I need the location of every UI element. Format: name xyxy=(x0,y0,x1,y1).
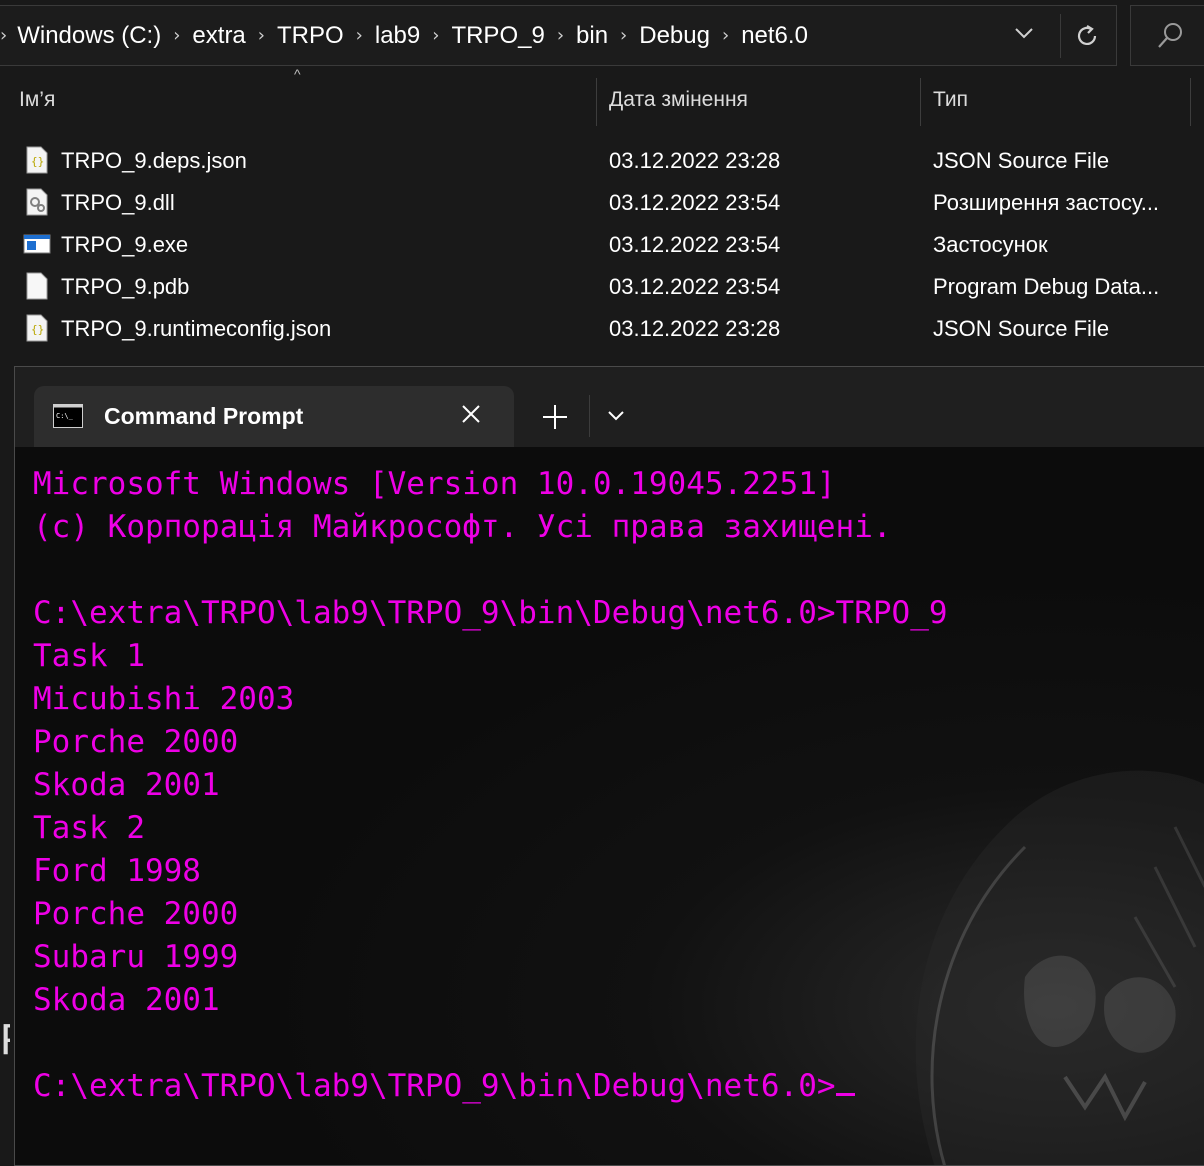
file-date: 03.12.2022 23:28 xyxy=(609,316,781,341)
search-box[interactable] xyxy=(1130,5,1204,66)
blank-file-icon xyxy=(26,272,48,300)
console-output-area[interactable]: Microsoft Windows [Version 10.0.19045.22… xyxy=(15,447,1204,1165)
file-date: 03.12.2022 23:28 xyxy=(609,148,781,173)
refresh-button[interactable] xyxy=(1060,14,1112,58)
chevron-right-icon[interactable]: › xyxy=(557,25,564,46)
chevron-right-icon: › xyxy=(0,25,8,46)
terminal-tab-bar: C:\_ Command Prompt xyxy=(15,367,1204,448)
chevron-right-icon[interactable]: › xyxy=(722,25,729,46)
column-divider[interactable] xyxy=(596,78,597,126)
exe-file-icon xyxy=(23,234,51,254)
file-name: TRPO_9.pdb xyxy=(61,274,190,299)
breadcrumb-item-trpo[interactable]: TRPO xyxy=(277,22,344,50)
column-header-name[interactable]: Ім’я xyxy=(19,88,55,112)
file-type: Program Debug Data... xyxy=(933,274,1160,299)
file-row[interactable]: TRPO_9.exe 03.12.2022 23:54 Застосунок xyxy=(0,224,1204,266)
refresh-icon xyxy=(1077,25,1096,45)
console-line: Ford 1998 xyxy=(33,853,201,889)
console-line: Skoda 2001 xyxy=(33,767,220,803)
tab-bar-divider xyxy=(589,395,590,437)
dll-file-icon xyxy=(26,188,48,216)
terminal-window: C:\_ Command Prompt Microsoft Windows [V… xyxy=(14,366,1204,1166)
file-name: TRPO_9.exe xyxy=(61,232,189,257)
svg-text:C:\_: C:\_ xyxy=(56,412,74,420)
console-line: Microsoft Windows [Version 10.0.19045.22… xyxy=(33,466,836,502)
command-prompt-icon: C:\_ xyxy=(53,404,83,428)
file-date: 03.12.2022 23:54 xyxy=(609,232,781,257)
breadcrumb-item-extra[interactable]: extra xyxy=(192,22,245,50)
column-header-type[interactable]: Тип xyxy=(933,88,968,112)
json-file-icon: {} xyxy=(26,314,48,342)
sort-ascending-icon: ^ xyxy=(294,66,301,82)
file-explorer-window: › Windows (C:) › extra › TRPO › lab9 › T… xyxy=(0,0,1204,366)
new-tab-plus-icon[interactable] xyxy=(541,403,569,431)
close-icon[interactable] xyxy=(460,403,482,425)
console-text: Microsoft Windows [Version 10.0.19045.22… xyxy=(33,463,948,1108)
chevron-right-icon[interactable]: › xyxy=(620,25,627,46)
console-line: Task 1 xyxy=(33,638,145,674)
console-line: (c) Корпорація Майкрософт. Усі права зах… xyxy=(33,509,892,545)
file-type: Застосунок xyxy=(933,232,1048,257)
chevron-right-icon[interactable]: › xyxy=(173,25,180,46)
console-prompt-line[interactable]: C:\extra\TRPO\lab9\TRPO_9\bin\Debug\net6… xyxy=(33,1065,948,1108)
chevron-down-icon xyxy=(1015,28,1033,39)
console-prompt: C:\extra\TRPO\lab9\TRPO_9\bin\Debug\net6… xyxy=(33,1068,836,1104)
breadcrumb-item-bin[interactable]: bin xyxy=(576,22,608,50)
chevron-right-icon[interactable]: › xyxy=(432,25,439,46)
file-row[interactable]: TRPO_9.dll 03.12.2022 23:54 Розширення з… xyxy=(0,182,1204,224)
file-row[interactable]: TRPO_9.pdb 03.12.2022 23:54 Program Debu… xyxy=(0,266,1204,308)
file-name: TRPO_9.dll xyxy=(61,190,175,215)
breadcrumb-item-trpo9[interactable]: TRPO_9 xyxy=(451,22,544,50)
file-row[interactable]: {} TRPO_9.runtimeconfig.json 03.12.2022 … xyxy=(0,308,1204,350)
file-type: Розширення застосу... xyxy=(933,190,1160,215)
file-date: 03.12.2022 23:54 xyxy=(609,274,781,299)
svg-text:{}: {} xyxy=(31,155,44,168)
console-line: C:\extra\TRPO\lab9\TRPO_9\bin\Debug\net6… xyxy=(33,595,948,631)
file-name: TRPO_9.deps.json xyxy=(61,148,247,173)
search-icon xyxy=(1158,22,1182,48)
chevron-down-icon[interactable] xyxy=(607,409,625,423)
column-divider[interactable] xyxy=(920,78,921,126)
column-header-row: ^ Ім’я Дата змінення Тип xyxy=(0,66,1204,126)
breadcrumb: › Windows (C:) › extra › TRPO › lab9 › T… xyxy=(0,6,808,65)
console-line: Task 2 xyxy=(33,810,145,846)
background-window-fragment: F xyxy=(0,1010,10,1070)
breadcrumb-item-drive[interactable]: Windows (C:) xyxy=(17,22,161,50)
tab-title: Command Prompt xyxy=(104,403,304,429)
column-header-date[interactable]: Дата змінення xyxy=(609,88,748,112)
console-line: Porche 2000 xyxy=(33,724,239,760)
column-divider[interactable] xyxy=(1190,78,1191,126)
address-history-button[interactable] xyxy=(1000,20,1048,52)
chevron-right-icon[interactable]: › xyxy=(258,25,265,46)
file-name: TRPO_9.runtimeconfig.json xyxy=(61,316,332,341)
file-date: 03.12.2022 23:54 xyxy=(609,190,781,215)
breadcrumb-item-debug[interactable]: Debug xyxy=(639,22,710,50)
console-line: Porche 2000 xyxy=(33,896,239,932)
svg-text:{}: {} xyxy=(31,323,44,336)
breadcrumb-item-net6[interactable]: net6.0 xyxy=(741,22,808,50)
tab-command-prompt[interactable]: C:\_ Command Prompt xyxy=(34,386,514,448)
file-type: JSON Source File xyxy=(933,316,1110,341)
address-bar[interactable]: › Windows (C:) › extra › TRPO › lab9 › T… xyxy=(0,5,1117,66)
file-type: JSON Source File xyxy=(933,148,1110,173)
json-file-icon: {} xyxy=(26,146,48,174)
file-row[interactable]: {} TRPO_9.deps.json 03.12.2022 23:28 JSO… xyxy=(0,140,1204,182)
console-line: Skoda 2001 xyxy=(33,982,220,1018)
text-cursor xyxy=(835,1066,855,1096)
breadcrumb-item-lab9[interactable]: lab9 xyxy=(375,22,420,50)
console-line: Micubishi 2003 xyxy=(33,681,295,717)
chevron-right-icon[interactable]: › xyxy=(356,25,363,46)
console-line: Subaru 1999 xyxy=(33,939,239,975)
